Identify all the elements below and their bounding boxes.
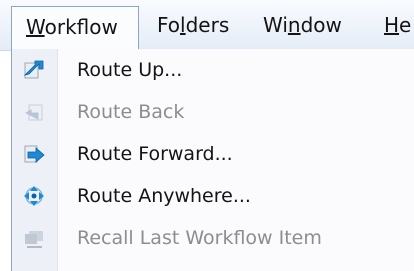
route-forward-icon [22, 142, 46, 166]
route-back-icon [22, 100, 46, 124]
menu-window-label-pre: Wi [263, 13, 288, 37]
menu-folders-label-rest: ders [185, 13, 230, 37]
menu-item-label: Route Forward... [77, 143, 233, 165]
menu-item-label: Route Anywhere... [77, 185, 251, 207]
menu-item-label: Route Up... [77, 59, 183, 81]
route-anywhere-icon [22, 184, 46, 208]
menu-item-label: Recall Last Workflow Item [77, 227, 322, 249]
route-up-icon [22, 58, 46, 82]
menu-item-recall-last: Recall Last Workflow Item [12, 217, 414, 259]
menu-bar: Workflow Folders Window He [0, 0, 414, 51]
menu-help-mnemonic: H [384, 13, 400, 37]
menu-window-mnemonic: n [287, 13, 301, 37]
menu-workflow-label: orkflow [44, 15, 118, 39]
menu-item-route-forward[interactable]: Route Forward... [12, 133, 414, 175]
menu-window[interactable]: Window [255, 8, 350, 42]
menu-item-route-up[interactable]: Route Up... [12, 49, 414, 91]
menu-workflow[interactable]: Workflow [11, 6, 139, 50]
menu-help[interactable]: He [376, 8, 414, 42]
menu-item-route-back: Route Back [12, 91, 414, 133]
menu-window-label-rest: dow [300, 13, 342, 37]
menu-folders-label-pre: Fo [157, 13, 181, 37]
recall-icon [22, 226, 46, 250]
menu-item-route-anywhere[interactable]: Route Anywhere... [12, 175, 414, 217]
menu-workflow-mnemonic: W [26, 15, 45, 39]
menu-item-label: Route Back [77, 101, 185, 123]
workflow-dropdown: Route Up... Route Back Route Forward... [11, 49, 414, 271]
menu-help-label: e [399, 13, 412, 37]
menu-folders[interactable]: Folders [149, 8, 237, 42]
